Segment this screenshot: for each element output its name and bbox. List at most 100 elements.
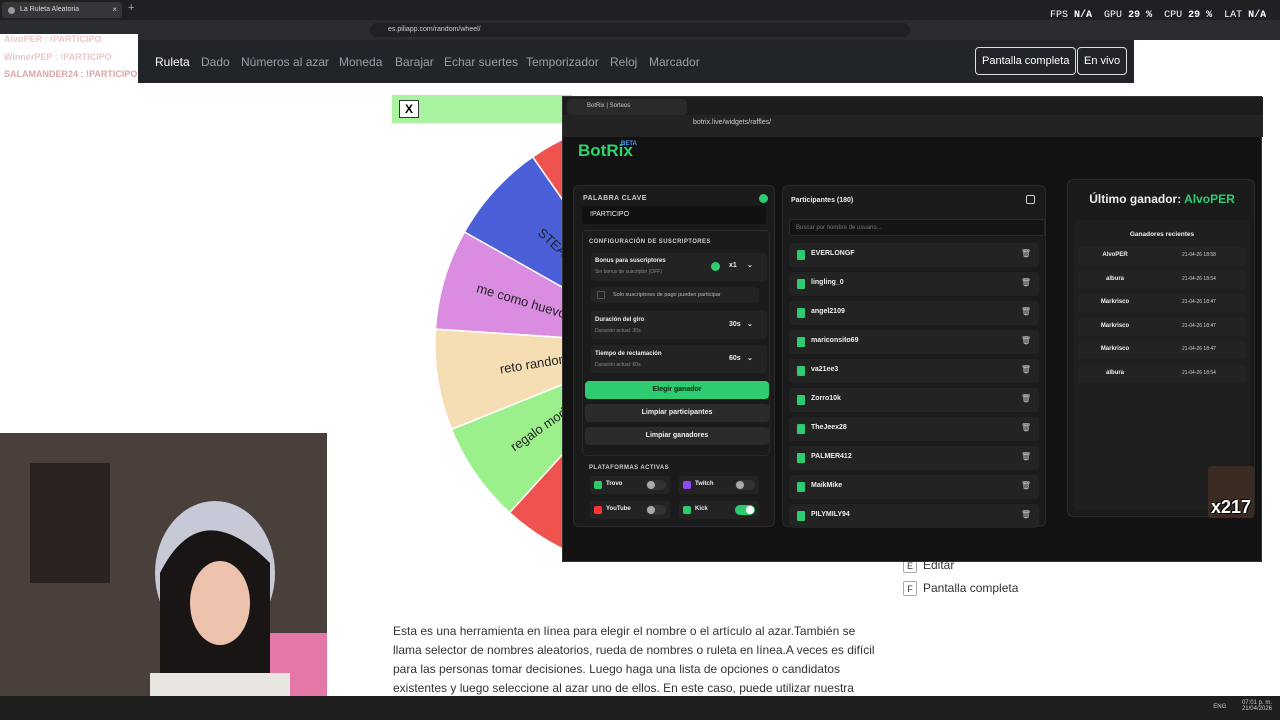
kick-icon	[797, 453, 805, 463]
winner-row: Markrisco 21-04-26 18:47	[1078, 294, 1246, 312]
webcam-feed	[0, 433, 327, 720]
copy-icon[interactable]	[1026, 195, 1035, 204]
platform-youtube: YouTube	[590, 501, 670, 519]
trash-icon[interactable]: 🗑	[1021, 278, 1031, 287]
winner-row: Markrisco 21-04-26 18:47	[1078, 317, 1246, 336]
nav-link-reloj[interactable]: Reloj	[610, 55, 637, 69]
trash-icon[interactable]: 🗑	[1021, 423, 1031, 432]
trash-icon[interactable]: 🗑	[1021, 394, 1031, 403]
taskbar	[0, 696, 1280, 720]
chat-line: WinnerPEP : !PARTICIPO	[4, 52, 112, 62]
info-icon	[759, 194, 768, 203]
spin-duration-select[interactable]: 30s	[729, 321, 741, 328]
clock-date[interactable]: 21/04/2026	[1242, 706, 1272, 712]
winner-date: 21-04-26 18:54	[1182, 369, 1216, 376]
winner-date: 21-04-26 18:54	[1182, 275, 1216, 282]
fullscreen-button[interactable]: Pantalla completa	[975, 47, 1077, 75]
checkbox-icon[interactable]	[597, 291, 605, 299]
participant-name: va21ee3	[811, 366, 839, 373]
botrix-window: BotRix | Sorteos botrix.live/widgets/raf…	[562, 96, 1263, 562]
kick-icon	[797, 511, 805, 521]
clear-participants-button[interactable]: Limpiar participantes	[585, 404, 769, 422]
winner-name: albura	[1105, 275, 1124, 282]
winner-row: AlvoPER 21-04-26 18:58	[1078, 247, 1246, 265]
kick-icon	[797, 424, 805, 434]
kick-icon	[797, 308, 805, 318]
gpu-value: 29 %	[1128, 10, 1153, 21]
nav-link-dado[interactable]: Dado	[201, 55, 230, 69]
lat-label: LAT	[1224, 10, 1243, 21]
twitch-toggle[interactable]	[735, 480, 755, 490]
nav-link-numeros[interactable]: Números al azar	[241, 55, 329, 69]
nav-link-echar-suertes[interactable]: Echar suertes	[444, 55, 518, 69]
gpu-label: GPU	[1104, 10, 1123, 21]
tab-close-icon[interactable]: ×	[112, 5, 117, 14]
sub-bonus-select[interactable]: x1	[729, 262, 737, 269]
choose-winner-button[interactable]: Elegir ganador	[585, 381, 769, 399]
nav-link-marcador[interactable]: Marcador	[649, 55, 700, 69]
trash-icon[interactable]: 🗑	[1021, 365, 1031, 374]
trash-icon[interactable]: 🗑	[1021, 452, 1031, 461]
chat-line: SALAMANDER24 : !PARTICIPO	[4, 69, 138, 79]
trash-icon[interactable]: 🗑	[1021, 481, 1031, 490]
url-field[interactable]: es.piliapp.com/random/wheel/	[370, 23, 910, 37]
clear-winners-button[interactable]: Limpiar ganadores	[585, 427, 769, 445]
winner-row: albura 21-04-26 18:54	[1078, 270, 1246, 289]
kick-icon	[797, 279, 805, 289]
nav-link-barajar[interactable]: Barajar	[395, 55, 434, 69]
nav-link-moneda[interactable]: Moneda	[339, 55, 382, 69]
language-indicator[interactable]: ENG	[1213, 704, 1226, 710]
participant-name: PILYMILY94	[811, 511, 850, 518]
kick-icon	[797, 366, 805, 376]
botrix-url[interactable]: botrix.live/widgets/raffles/	[693, 119, 771, 126]
perf-overlay: FPS N/A GPU 29 % CPU 29 % LAT N/A	[1050, 10, 1266, 21]
winner-date: 21-04-26 18:47	[1182, 299, 1216, 305]
trovo-toggle[interactable]	[646, 480, 666, 490]
winner-date: 21-04-26 18:47	[1182, 346, 1216, 352]
kick-icon	[797, 337, 805, 347]
tab-title: La Ruleta Aleatoria	[20, 6, 80, 13]
participant-row: mariconsito69 🗑	[789, 330, 1039, 354]
chevron-down-icon[interactable]: ⌄	[747, 320, 753, 328]
participant-search-input[interactable]: Buscar por nombre de usuario...	[789, 219, 1045, 236]
close-wheel-button[interactable]: X	[399, 100, 419, 118]
keyword-label: PALABRA CLAVE	[583, 195, 647, 202]
wheel-toolbar: X	[392, 95, 572, 123]
chevron-down-icon[interactable]: ⌄	[747, 261, 753, 269]
sub-bonus-row: Bonus para suscriptores Sin bonus de sus…	[591, 253, 767, 281]
streamer-silhouette	[0, 433, 327, 720]
nav-link-temporizador[interactable]: Temporizador	[526, 55, 599, 69]
claim-time-select[interactable]: 60s	[729, 355, 741, 362]
participant-row: angel2109 🗑	[789, 301, 1039, 325]
trash-icon[interactable]: 🗑	[1021, 249, 1031, 258]
kick-icon	[797, 395, 805, 405]
settings-panel: PALABRA CLAVE !PARTICIPO CONFIGURACIÓN D…	[573, 185, 775, 527]
info-icon	[711, 262, 720, 271]
participant-name: lingling_0	[811, 279, 844, 286]
browser-tab[interactable]: La Ruleta Aleatoria ×	[2, 2, 122, 18]
spin-duration-row: Duración del giro Duración actual: 30s 3…	[591, 311, 767, 339]
participant-row: Zorro10k 🗑	[789, 388, 1039, 412]
botrix-tab[interactable]: BotRix | Sorteos	[567, 99, 687, 115]
participants-title: Participantes (180)	[791, 197, 854, 204]
wheel-viewport: expresiónSTEAM KEYme como huevo crudoret…	[390, 120, 590, 560]
participant-row: lingling_0 🗑	[789, 272, 1039, 296]
winner-name: albura	[1105, 369, 1124, 376]
trash-icon[interactable]: 🗑	[1021, 336, 1031, 345]
paid-only-row[interactable]: Solo suscriptores de pago pueden partici…	[591, 287, 759, 303]
youtube-toggle[interactable]	[646, 505, 666, 515]
kick-toggle[interactable]	[735, 505, 755, 515]
trash-icon[interactable]: 🗑	[1021, 510, 1031, 519]
new-tab-button[interactable]: +	[128, 2, 134, 14]
trash-icon[interactable]: 🗑	[1021, 307, 1031, 316]
emote-badge: x217	[1208, 466, 1254, 518]
participant-name: angel2109	[811, 308, 845, 315]
participant-name: TheJeex28	[811, 424, 847, 431]
participant-name: Zorro10k	[811, 395, 841, 402]
chevron-down-icon[interactable]: ⌄	[747, 354, 753, 362]
winner-name: Markrisco	[1100, 346, 1130, 352]
live-button[interactable]: En vivo	[1077, 47, 1128, 75]
nav-link-ruleta[interactable]: Ruleta	[155, 55, 190, 69]
keyword-input[interactable]: !PARTICIPO	[582, 206, 766, 224]
lat-value: N/A	[1248, 10, 1267, 21]
